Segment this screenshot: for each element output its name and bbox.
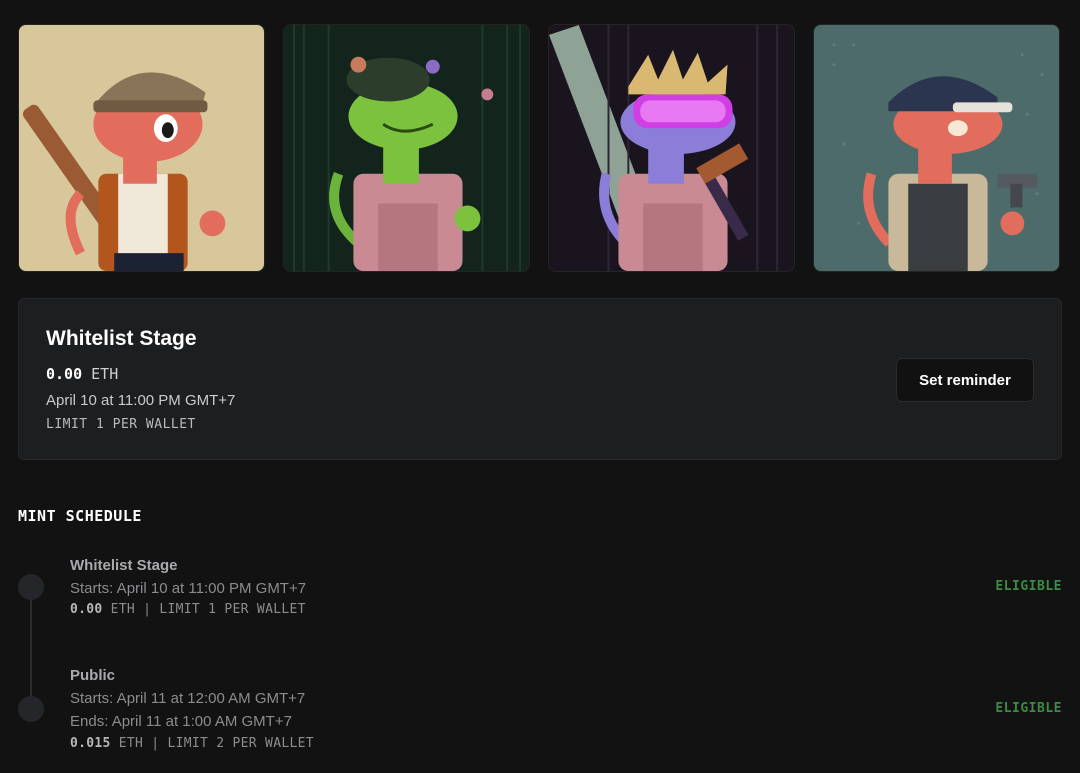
lizard-with-pistol-illustration xyxy=(814,25,1059,271)
eligible-status-badge: ELIGIBLE xyxy=(995,579,1062,594)
schedule-item-name: Public xyxy=(70,667,116,684)
eligible-status-badge: ELIGIBLE xyxy=(995,701,1062,716)
stage-price-unit: ETH xyxy=(91,365,119,383)
stage-price-value: 0.00 xyxy=(46,365,83,383)
green-lizard-illustration xyxy=(284,25,529,271)
timeline-dot xyxy=(18,696,44,722)
schedule-item-meta-rest: ETH | LIMIT 1 PER WALLET xyxy=(110,602,306,617)
schedule-item-meta: 0.015 ETH | LIMIT 2 PER WALLET xyxy=(70,736,314,751)
schedule-item-name: Whitelist Stage xyxy=(70,557,178,574)
nft-image-4[interactable] xyxy=(813,24,1060,272)
schedule-item-meta-rest: ETH | LIMIT 2 PER WALLET xyxy=(118,736,314,751)
lizard-with-bat-illustration xyxy=(19,25,264,271)
nft-image-3[interactable] xyxy=(548,24,795,272)
nft-image-1[interactable] xyxy=(18,24,265,272)
stage-limit: LIMIT 1 PER WALLET xyxy=(46,417,196,432)
nft-image-2[interactable] xyxy=(283,24,530,272)
schedule-item-starts: Starts: April 11 at 12:00 AM GMT+7 xyxy=(70,690,306,707)
schedule-item-starts: Starts: April 10 at 11:00 PM GMT+7 xyxy=(70,580,307,597)
set-reminder-button[interactable]: Set reminder xyxy=(896,358,1034,402)
stage-title: Whitelist Stage xyxy=(46,327,197,350)
mint-schedule-heading: MINT SCHEDULE xyxy=(18,507,142,525)
nft-gallery xyxy=(18,24,1062,272)
timeline-line xyxy=(30,588,32,708)
schedule-item-ends: Ends: April 11 at 1:00 AM GMT+7 xyxy=(70,713,292,730)
current-stage-card: Whitelist Stage 0.00 ETH April 10 at 11:… xyxy=(18,298,1062,460)
schedule-item-meta: 0.00 ETH | LIMIT 1 PER WALLET xyxy=(70,602,306,617)
timeline-dot xyxy=(18,574,44,600)
schedule-item-price: 0.00 xyxy=(70,602,103,617)
stage-price: 0.00 ETH xyxy=(46,365,118,383)
stage-date: April 10 at 11:00 PM GMT+7 xyxy=(46,392,236,409)
schedule-item-price: 0.015 xyxy=(70,736,111,751)
purple-lizard-illustration xyxy=(549,25,794,271)
